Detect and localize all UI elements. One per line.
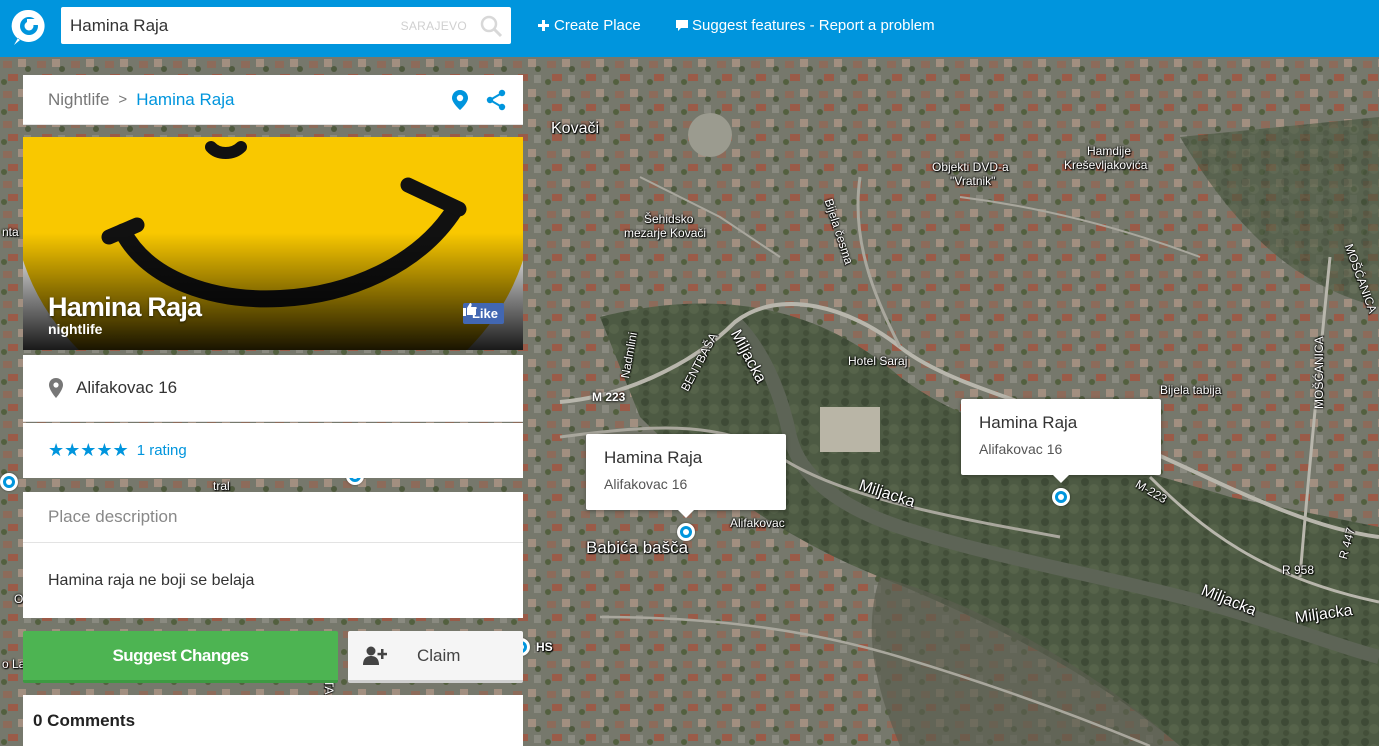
comment-icon: [675, 19, 688, 32]
description-text: Hamina raja ne boji se belaja: [23, 543, 523, 618]
search-icon[interactable]: [479, 14, 503, 38]
map-popup-title: Hamina Raja: [604, 448, 703, 467]
place-marker[interactable]: [1052, 488, 1070, 506]
map-popup-address: Alifakovac 16: [604, 476, 688, 492]
rating-count-link[interactable]: 1 rating: [137, 442, 187, 459]
suggest-changes-button[interactable]: Suggest Changes: [23, 631, 338, 683]
map-popup-address: Alifakovac 16: [979, 441, 1063, 457]
suggest-changes-label: Suggest Changes: [112, 645, 249, 665]
map-label-hotel-saraj: Hotel Saraj: [848, 354, 908, 368]
map-label-nta: nta: [2, 225, 19, 239]
share-icon[interactable]: [485, 89, 507, 111]
breadcrumb: Nightlife > Hamina Raja: [23, 75, 523, 125]
breadcrumb-parent-link[interactable]: Nightlife: [48, 90, 109, 110]
map-label-bijela-tabija: Bijela tabija: [1160, 383, 1222, 397]
description-heading: Place description: [23, 492, 523, 543]
map-popup[interactable]: Hamina Raja Alifakovac 16: [961, 399, 1161, 483]
place-marker[interactable]: [677, 523, 695, 541]
breadcrumb-current[interactable]: Hamina Raja: [136, 90, 234, 110]
suggest-features-link[interactable]: Suggest features - Report a problem: [675, 17, 935, 34]
map-label-ola: o La: [2, 657, 26, 671]
breadcrumb-separator: >: [118, 91, 128, 108]
map-label-dvd: Objekti DVD-a: [932, 160, 1009, 174]
map-label-sehidsko-2: mezarje Kovači: [624, 226, 707, 240]
map-label-r958: R 958: [1282, 563, 1315, 577]
place-title: Hamina Raja: [48, 292, 202, 322]
place-address: Alifakovac 16: [23, 355, 523, 422]
search-city-label[interactable]: SARAJEVO: [401, 19, 467, 33]
map-label-m223: M 223: [592, 390, 626, 404]
search-box: SARAJEVO: [61, 7, 511, 44]
map-popup-title: Hamina Raja: [979, 413, 1078, 432]
map-label-hamdije: Hamdije: [1087, 144, 1132, 158]
search-input[interactable]: [61, 7, 391, 44]
location-pin-icon: [49, 378, 63, 398]
create-place-link[interactable]: Create Place: [537, 17, 641, 34]
address-text: Alifakovac 16: [76, 378, 178, 397]
map-label-alifakovac: Alifakovac: [730, 516, 785, 530]
map-label-babica-basca: Babića bašča: [586, 538, 689, 557]
map-label-sehidsko: Šehidsko: [644, 212, 694, 226]
rating-row: ★★★★★ 1 rating: [23, 423, 523, 478]
comments-heading: 0 Comments: [23, 695, 523, 746]
map-popup[interactable]: Hamina Raja Alifakovac 16: [586, 434, 786, 518]
map-label-kovaci: Kovači: [551, 120, 600, 137]
plus-icon: [537, 19, 550, 32]
map-label-moscanica-2: MOŠĆANICA: [1312, 336, 1326, 409]
top-bar: SARAJEVO Create Place Suggest features -…: [0, 0, 1379, 57]
claim-button[interactable]: Claim: [348, 631, 523, 683]
suggest-features-label: Suggest features - Report a problem: [692, 17, 935, 34]
map-pin-icon[interactable]: [449, 89, 471, 111]
map-label-hamdije-2: Kreševljakovića: [1064, 158, 1148, 172]
facebook-like-button[interactable]: Like: [462, 303, 504, 324]
claim-label: Claim: [417, 645, 461, 665]
map-label-o: O: [14, 592, 24, 606]
create-place-label: Create Place: [554, 17, 641, 34]
place-cover-image: Hamina Raja nightlife Like: [23, 137, 523, 350]
map-label-dvd-2: "Vratnik": [950, 174, 996, 188]
add-user-icon: [363, 646, 387, 666]
place-category: nightlife: [48, 321, 103, 337]
app-logo-icon[interactable]: [10, 7, 48, 47]
map-label-hs: HS: [536, 640, 553, 654]
map-marker[interactable]: [0, 473, 18, 491]
map-label-tral: tral: [213, 479, 230, 493]
star-rating[interactable]: ★★★★★: [48, 440, 129, 461]
